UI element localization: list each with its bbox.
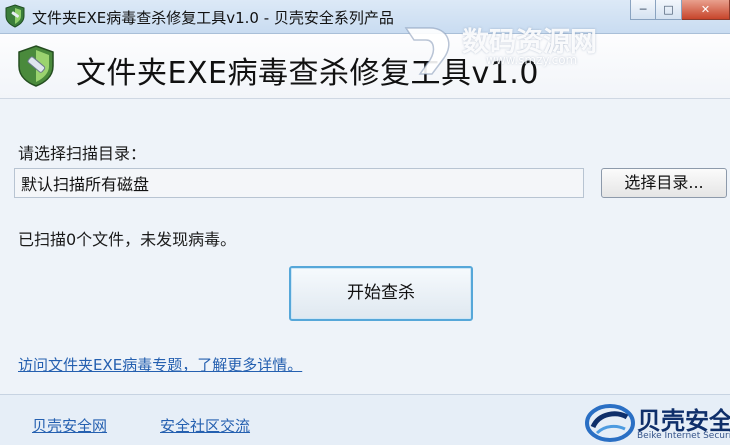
minimize-button[interactable]: ─	[630, 0, 656, 20]
shell-logo-icon	[585, 404, 635, 442]
watermark-logo-icon	[404, 27, 450, 75]
close-button[interactable]: ✕	[682, 0, 730, 20]
brand-subtitle: Beike Internet Security	[637, 431, 730, 441]
footer: 贝壳安全网 安全社区交流 贝壳安全 Beike Internet Securit…	[0, 394, 730, 445]
site-link[interactable]: 贝壳安全网	[32, 415, 107, 436]
window-controls: ─ □ ✕	[630, 0, 730, 21]
scan-status: 已扫描0个文件，未发现病毒。	[18, 230, 237, 249]
watermark: 数码资源网 www.smzy.com	[400, 20, 614, 80]
scan-dir-label: 请选择扫描目录：	[18, 144, 147, 163]
window-title: 文件夹EXE病毒查杀修复工具v1.0 - 贝壳安全系列产品	[32, 9, 394, 27]
topic-link[interactable]: 访问文件夹EXE病毒专题，了解更多详情。	[18, 354, 302, 375]
watermark-url: www.smzy.com	[486, 53, 578, 67]
maximize-button[interactable]: □	[656, 0, 682, 20]
community-link[interactable]: 安全社区交流	[160, 415, 250, 436]
select-dir-button[interactable]: 选择目录...	[601, 168, 727, 198]
brand-logo: 贝壳安全 Beike Internet Security	[583, 401, 730, 445]
title-bar[interactable]: 文件夹EXE病毒查杀修复工具v1.0 - 贝壳安全系列产品 ─ □ ✕	[0, 0, 730, 34]
shield-logo-icon	[18, 45, 54, 87]
start-scan-button[interactable]: 开始查杀	[289, 266, 473, 321]
shield-icon	[5, 4, 25, 28]
scan-dir-field[interactable]	[14, 168, 584, 198]
app-header: 文件夹EXE病毒查杀修复工具v1.0	[0, 34, 730, 99]
main-window: 文件夹EXE病毒查杀修复工具v1.0 - 贝壳安全系列产品 ─ □ ✕ 文件夹E…	[0, 0, 730, 445]
